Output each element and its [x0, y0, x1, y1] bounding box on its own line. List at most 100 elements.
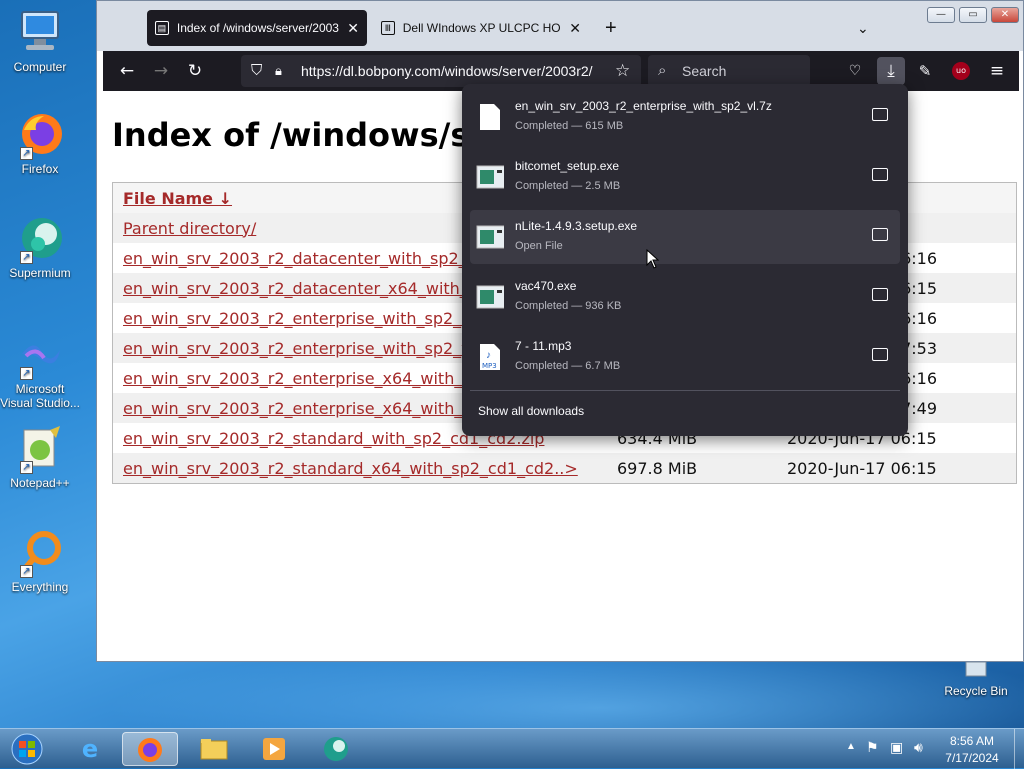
download-status: Completed — 615 MB [515, 120, 624, 132]
supermium-taskbar-icon[interactable] [308, 732, 364, 766]
address-bar[interactable]: ⛉ 🔒︎ https://dl.bobpony.com/windows/serv… [241, 55, 641, 87]
desktop-icon-label: Supermium [9, 266, 71, 280]
mp3-icon: MP3 ♪ [476, 342, 504, 372]
shield-icon[interactable]: ⛉ [251, 55, 262, 87]
shortcut-arrow-icon: ↗ [20, 251, 33, 264]
desktop-icon-firefox[interactable]: ↗ Firefox [0, 110, 80, 176]
download-filename: bitcomet_setup.exe [515, 159, 620, 173]
download-item[interactable]: nLite-1.4.9.3.setup.exe Open File [470, 210, 900, 264]
download-filename: nLite-1.4.9.3.setup.exe [515, 219, 638, 233]
panel-divider [470, 390, 900, 391]
shortcut-arrow-icon: ↗ [20, 367, 33, 380]
desktop-icon-everything[interactable]: ↗ Everything [0, 528, 80, 594]
exe-icon [476, 282, 506, 312]
mouse-cursor-icon [646, 249, 660, 269]
computer-icon [16, 8, 64, 56]
start-button[interactable] [4, 732, 50, 766]
desktop-icon-label: Firefox [21, 162, 59, 176]
url-text[interactable]: https://dl.bobpony.com/windows/server/20… [301, 55, 601, 87]
folder-icon[interactable] [872, 288, 888, 301]
close-window-button[interactable]: ✕ [991, 7, 1019, 23]
download-item[interactable]: en_win_srv_2003_r2_enterprise_with_sp2_v… [470, 90, 900, 144]
search-input[interactable]: ⌕ Search [648, 55, 810, 87]
firefox-icon: ↗ [16, 110, 64, 160]
download-item[interactable]: MP3 ♪ 7 - 11.mp3 Completed — 6.7 MB [470, 330, 900, 384]
file-date: 2020-Jun-17 06:15 [787, 458, 937, 478]
download-status: Open File [515, 240, 563, 252]
downloads-button[interactable]: ⤓ [877, 57, 905, 85]
minimize-button[interactable]: — [927, 7, 955, 23]
back-arrow-icon[interactable]: ← [113, 57, 141, 85]
show-desktop-button[interactable] [1014, 729, 1024, 769]
file-explorer-taskbar-icon[interactable] [186, 732, 242, 766]
desktop-icon-label: Notepad++ [10, 476, 70, 490]
desktop-icon-label: Computer [13, 60, 67, 74]
page-title: Index of /windows/se [112, 116, 492, 154]
notepadpp-icon: ↗ [16, 424, 64, 474]
download-item[interactable]: bitcomet_setup.exe Completed — 2.5 MB [470, 150, 900, 204]
desktop-icon-recycle-bin[interactable]: Recycle Bin [936, 660, 1016, 698]
forward-arrow-icon[interactable]: → [147, 57, 175, 85]
download-item[interactable]: vac470.exe Completed — 936 KB [470, 270, 900, 324]
ublock-icon[interactable]: uo [947, 57, 975, 85]
tab-index-of-windows-server[interactable]: ▤ Index of /windows/server/2003r ✕ [147, 10, 367, 46]
lock-icon[interactable]: 🔒︎ [275, 55, 282, 87]
table-row: en_win_srv_2003_r2_standard_x64_with_sp2… [113, 453, 1016, 483]
exe-icon [476, 222, 506, 252]
desktop-icon-label: Everything [11, 580, 69, 594]
desktop-icon-notepadpp[interactable]: ↗ Notepad++ [0, 424, 80, 490]
file-link[interactable]: en_win_srv_2003_r2_standard_x64_with_sp2… [113, 459, 599, 478]
archive-icon: Ⅲ [381, 21, 395, 35]
svg-text:♪: ♪ [486, 350, 491, 361]
download-filename: vac470.exe [515, 279, 577, 293]
show-all-downloads-button[interactable]: Show all downloads [478, 404, 584, 418]
new-tab-button[interactable]: + [597, 10, 625, 46]
desktop-icon-label: Microsoft Visual Studio... [0, 382, 80, 410]
media-player-taskbar-icon[interactable] [246, 732, 302, 766]
clock-date[interactable]: 7/17/2024 [936, 751, 1008, 765]
list-all-tabs-icon[interactable]: ⌄ [849, 10, 877, 46]
tab-dell-windows-xp[interactable]: Ⅲ Dell WIndows XP ULCPC HOME ✕ [373, 10, 589, 46]
internet-explorer-taskbar-icon[interactable]: e [62, 732, 118, 766]
close-tab-icon[interactable]: ✕ [347, 20, 359, 37]
tab-title: Index of /windows/server/2003r [176, 21, 340, 35]
clock-time[interactable]: 8:56 AM [936, 734, 1008, 748]
desktop-icon-computer[interactable]: Computer [0, 8, 80, 74]
volume-icon[interactable]: 🔊︎ [914, 739, 923, 756]
folder-icon[interactable] [872, 228, 888, 241]
file-size: 697.8 MiB [617, 458, 698, 478]
svg-text:MP3: MP3 [482, 362, 497, 370]
action-center-flag-icon[interactable]: ⚑ [866, 739, 879, 756]
exe-icon [476, 162, 506, 192]
download-status: Completed — 936 KB [515, 300, 622, 312]
download-filename: 7 - 11.mp3 [515, 339, 572, 353]
shortcut-arrow-icon: ↗ [20, 147, 33, 160]
page-icon: ▤ [155, 21, 169, 35]
download-status: Completed — 6.7 MB [515, 360, 621, 372]
desktop-icon-visual-studio[interactable]: ↗ Microsoft Visual Studio... [0, 330, 80, 410]
close-tab-icon[interactable]: ✕ [569, 20, 581, 37]
firefox-taskbar-icon[interactable] [122, 732, 178, 766]
extensions-icon[interactable]: ✎ [911, 57, 939, 85]
folder-icon[interactable] [872, 348, 888, 361]
supermium-icon: ↗ [16, 214, 64, 264]
folder-icon[interactable] [872, 168, 888, 181]
tab-bar: ▤ Index of /windows/server/2003r ✕ Ⅲ Del… [97, 1, 1023, 51]
reload-icon[interactable]: ↻ [181, 57, 209, 85]
menu-icon[interactable]: ≡ [983, 57, 1011, 85]
shortcut-arrow-icon: ↗ [20, 461, 33, 474]
maximize-button[interactable]: ▭ [959, 7, 987, 23]
pocket-icon[interactable]: ♡ [841, 57, 869, 85]
tab-title: Dell WIndows XP ULCPC HOME [402, 21, 562, 35]
desktop-icon-supermium[interactable]: ↗ Supermium [0, 214, 80, 280]
folder-icon[interactable] [872, 108, 888, 121]
downloads-panel: en_win_srv_2003_r2_enterprise_with_sp2_v… [462, 84, 908, 436]
search-icon: ⌕ [658, 62, 667, 79]
everything-icon: ↗ [16, 528, 64, 578]
bookmark-star-icon[interactable]: ☆ [615, 55, 630, 87]
show-hidden-icons-icon[interactable]: ▲ [846, 741, 856, 752]
file-icon [476, 102, 504, 132]
taskbar: e ▲ ⚑ ▣ 🔊︎ 8:56 AM 7/17/2024 [0, 728, 1024, 769]
desktop-icon-label: Recycle Bin [944, 684, 1008, 698]
network-icon[interactable]: ▣ [890, 739, 903, 756]
